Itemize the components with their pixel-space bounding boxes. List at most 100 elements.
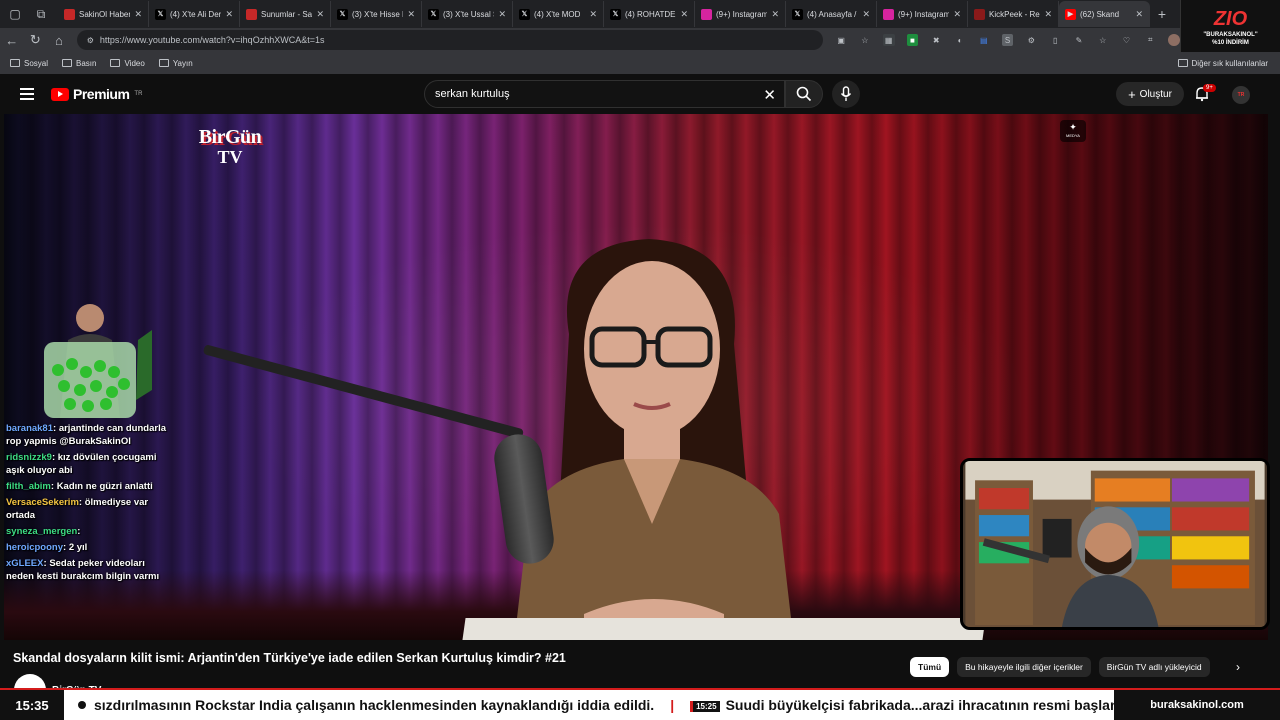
birgun-tv-logo: BirGün TV xyxy=(184,126,276,167)
extension-6-icon[interactable]: S xyxy=(1001,34,1014,46)
search-box[interactable]: ✕ xyxy=(424,80,785,108)
clear-search-icon[interactable]: ✕ xyxy=(763,86,776,104)
chip-related-story[interactable]: Bu hikayeyle ilgili diğer içerikler xyxy=(957,657,1091,677)
close-tab-icon[interactable]: ✕ xyxy=(953,9,961,20)
home-icon[interactable]: ⌂ xyxy=(47,33,71,48)
browser-tab[interactable]: ▶ (62) Skand ✕ xyxy=(1059,1,1150,27)
extension-5-icon[interactable]: ▤ xyxy=(978,34,990,46)
bookmark-label: Yayın xyxy=(172,58,193,68)
bookmark-folder-basin[interactable]: Basın xyxy=(62,59,96,68)
chip-uploader[interactable]: BirGün TV adlı yükleyicid xyxy=(1098,657,1210,677)
streamer-webcam xyxy=(960,458,1270,630)
chevron-right-icon[interactable]: › xyxy=(1236,660,1240,674)
url-field[interactable]: ⚙ https://www.youtube.com/watch?v=ihqOzh… xyxy=(76,30,824,50)
screenshot-icon[interactable]: ⌗ xyxy=(1144,34,1156,46)
new-tab-button[interactable]: + xyxy=(1150,6,1174,22)
browser-tab[interactable]: SakinOl Haber ✕ xyxy=(58,1,149,27)
presenter-figure xyxy=(514,239,794,640)
bookmark-label: Video xyxy=(124,58,145,68)
browser-tab[interactable]: 𝕏 (3) X'te Hisse P ✕ xyxy=(331,1,422,27)
close-tab-icon[interactable]: ✕ xyxy=(498,9,506,20)
chat-username: filth_abim xyxy=(6,481,51,492)
close-tab-icon[interactable]: ✕ xyxy=(680,9,688,20)
voice-search-button[interactable] xyxy=(832,80,860,108)
close-tab-icon[interactable]: ✕ xyxy=(225,9,233,20)
extension-7-icon[interactable]: ⚙ xyxy=(1025,34,1037,46)
instagram-icon xyxy=(701,8,712,20)
chat-message: heroicpoony: 2 yıl xyxy=(6,541,172,554)
search-button[interactable] xyxy=(785,80,823,108)
bookmarks-bar: Sosyal Basın Video Yayın Diğer sık kulla… xyxy=(0,52,1280,74)
browser-tab[interactable]: 𝕏 (4) ROHATDEM ✕ xyxy=(604,1,695,27)
chip-all[interactable]: Tümü xyxy=(910,657,950,677)
close-tab-icon[interactable]: ✕ xyxy=(862,9,870,20)
browser-tab[interactable]: (9+) Instagram ✕ xyxy=(877,1,968,27)
bookmark-folder-sosyal[interactable]: Sosyal xyxy=(10,59,48,68)
tab-title: (4) ROHATDEM xyxy=(625,9,676,19)
search-input[interactable] xyxy=(435,88,755,100)
tab-title: (62) Skand xyxy=(1080,9,1120,19)
profile-avatar-icon[interactable] xyxy=(1168,34,1180,46)
browser-tab[interactable]: (9+) Instagram ✕ xyxy=(695,1,786,27)
chat-username: VersaceSekerim xyxy=(6,497,79,508)
heart-icon[interactable]: ♡ xyxy=(1121,34,1133,46)
window-menu-icon[interactable]: ▢ xyxy=(4,3,26,25)
browser-tab[interactable]: Sunumlar - Sak ✕ xyxy=(240,1,331,27)
chat-colon: : xyxy=(77,526,81,537)
tab-title: (9+) Instagram xyxy=(898,9,950,19)
chat-text: Kadın ne güzri anlatti xyxy=(56,481,153,492)
install-app-icon[interactable]: ▣ xyxy=(835,34,847,46)
youtube-premium-logo[interactable]: Premium TR xyxy=(51,86,142,102)
hamburger-menu-icon[interactable] xyxy=(20,88,34,100)
close-tab-icon[interactable]: ✕ xyxy=(316,9,324,20)
browser-tab[interactable]: 𝕏 (3) X'te Ussal S ✕ xyxy=(422,1,513,27)
back-icon[interactable]: ← xyxy=(0,33,24,48)
sponsor-badge-text: MEDYA xyxy=(1066,133,1080,138)
site-info-icon[interactable]: ⚙ xyxy=(87,36,94,45)
create-button[interactable]: + Oluştur xyxy=(1116,82,1184,106)
other-bookmarks-folder[interactable]: Diğer sık kullanılanlar xyxy=(1177,59,1268,68)
create-label: Oluştur xyxy=(1139,88,1172,100)
extension-3-icon[interactable]: ✖ xyxy=(930,34,942,46)
bookmark-folder-video[interactable]: Video xyxy=(110,58,145,68)
browser-tab[interactable]: KickPeek - Rea ✕ xyxy=(968,1,1059,27)
browser-tab[interactable]: 𝕏 (4) X'te MOD ✕ xyxy=(513,1,604,27)
bookmark-folder-yayin[interactable]: Yayın xyxy=(158,58,193,68)
favorites-icon[interactable]: ☆ xyxy=(1097,34,1109,46)
logo-text: Premium xyxy=(73,86,130,102)
logo-line1: BirGün xyxy=(198,126,262,148)
ticker-headline-2: Suudi büyükelçisi fabrikada...arazi ihra… xyxy=(725,697,1114,713)
url-text: https://www.youtube.com/watch?v=ihqOzhhX… xyxy=(99,35,325,45)
close-tab-icon[interactable]: ✕ xyxy=(771,9,779,20)
extension-4-icon[interactable]: ◐ xyxy=(954,34,966,46)
close-tab-icon[interactable]: ✕ xyxy=(1135,9,1143,20)
bookmark-label: Sosyal xyxy=(24,58,49,68)
x-icon: 𝕏 xyxy=(155,8,166,20)
ticker-headline-1: sızdırılmasının Rockstar India çalışanın… xyxy=(94,697,655,713)
account-avatar[interactable]: TR xyxy=(1232,86,1250,104)
bookmark-star-icon[interactable]: ☆ xyxy=(859,34,871,46)
extension-1-icon[interactable]: ▦ xyxy=(882,34,895,46)
browser-tab[interactable]: 𝕏 (4) X'te Ali Der ✕ xyxy=(149,1,240,27)
close-tab-icon[interactable]: ✕ xyxy=(407,9,415,20)
folder-icon xyxy=(158,59,169,67)
sidebar-icon[interactable]: ▯ xyxy=(1049,34,1061,46)
close-tab-icon[interactable]: ✕ xyxy=(134,9,142,20)
close-tab-icon[interactable]: ✕ xyxy=(589,9,597,20)
tab-actions-icon[interactable]: ⧉ xyxy=(30,3,52,25)
extensions-puzzle-icon[interactable]: ✎ xyxy=(1073,34,1085,46)
x-icon: 𝕏 xyxy=(610,8,621,20)
tab-title: (4) X'te MOD xyxy=(534,9,581,19)
reload-icon[interactable]: ↻ xyxy=(24,32,48,48)
extension-2-icon[interactable]: ■ xyxy=(906,34,919,46)
browser-tab[interactable]: 𝕏 (4) Anasayfa / ✕ xyxy=(786,1,877,27)
tab-title: (3) X'te Hisse P xyxy=(352,9,404,19)
chat-username: baranak81 xyxy=(6,423,54,434)
tab-title: (9+) Instagram xyxy=(716,9,768,19)
x-icon: 𝕏 xyxy=(519,8,530,20)
plus-icon: + xyxy=(1128,86,1136,102)
chat-message: syneza_mergen: xyxy=(6,525,172,538)
close-tab-icon[interactable]: ✕ xyxy=(1044,9,1052,20)
related-chips-bar: Tümü Bu hikayeyle ilgili diğer içerikler… xyxy=(910,657,1210,677)
logo-line2: TV xyxy=(217,147,243,167)
